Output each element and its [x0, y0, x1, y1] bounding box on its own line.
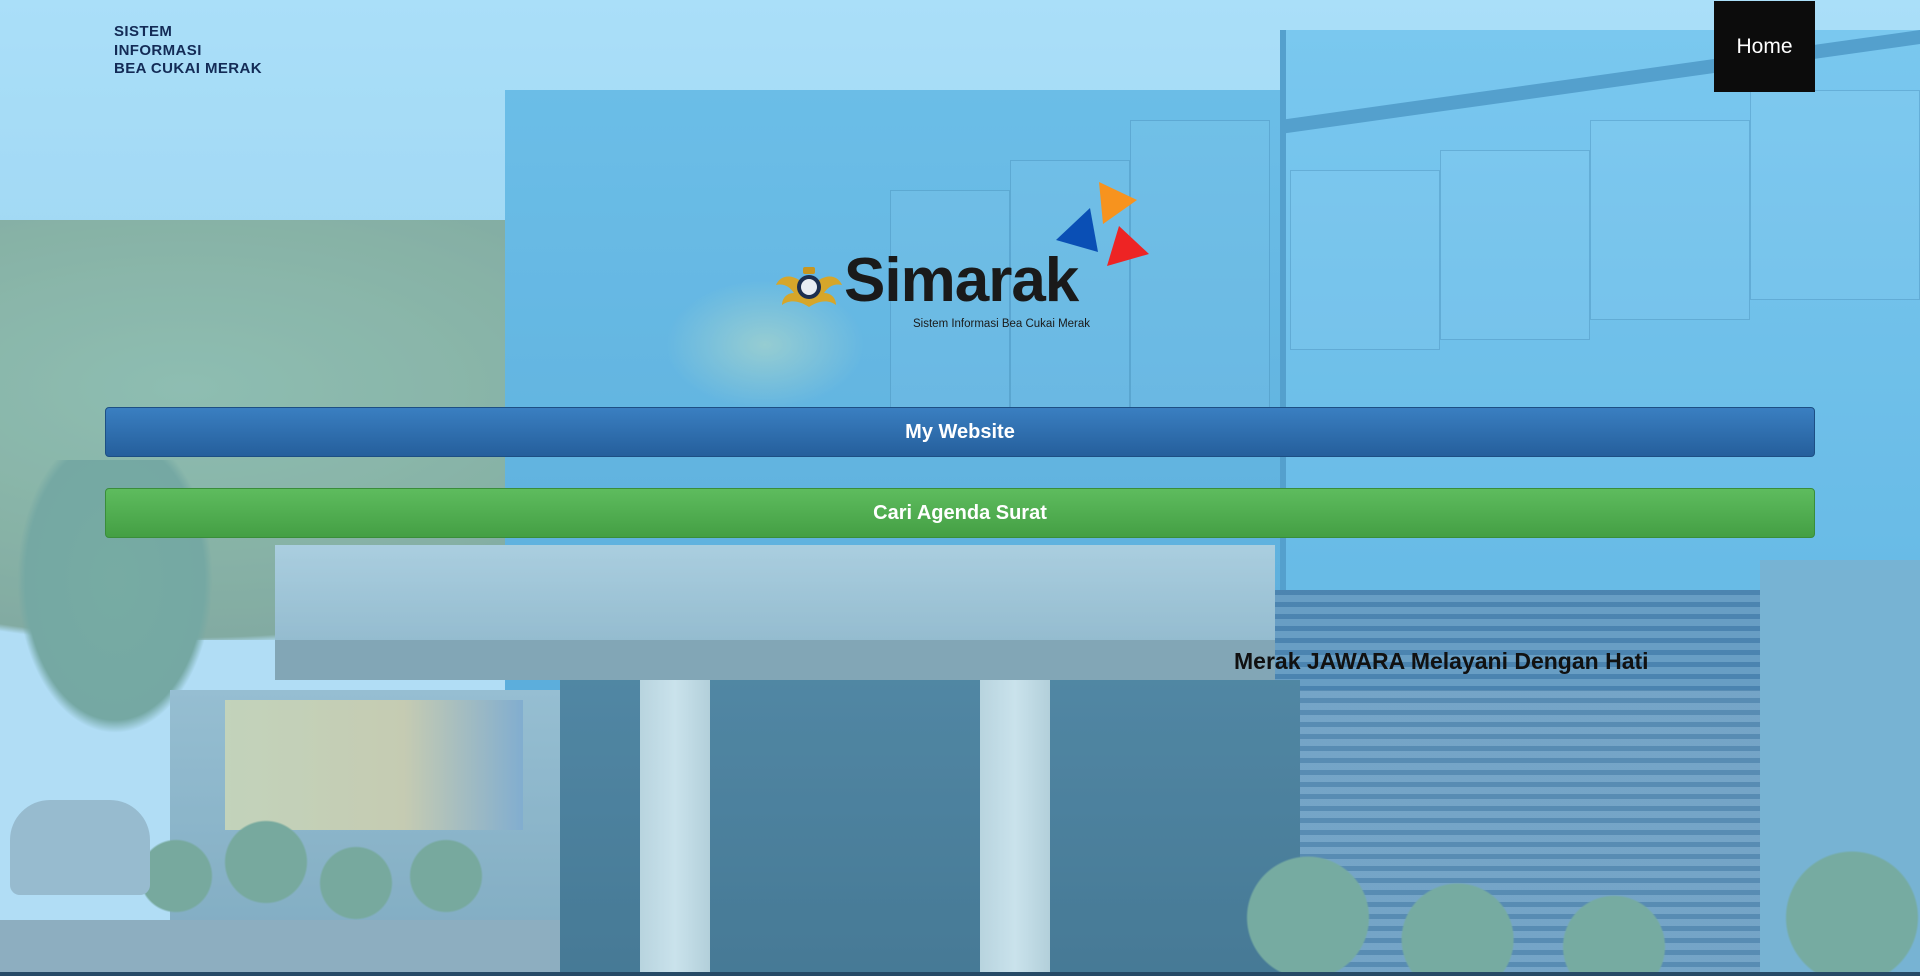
home-nav-button[interactable]: Home: [1714, 1, 1815, 92]
brand-line-2: INFORMASI: [114, 41, 202, 59]
cari-agenda-surat-button[interactable]: Cari Agenda Surat: [105, 488, 1815, 538]
site-brand: SISTEM INFORMASI BEA CUKAI MERAK: [114, 23, 262, 79]
brand-line-1: SISTEM: [114, 23, 173, 40]
simarak-logo: Simarak Sistem Informasi Bea Cukai Merak: [770, 178, 1150, 338]
bea-cukai-emblem-icon: [776, 267, 842, 307]
logo-tagline: Sistem Informasi Bea Cukai Merak: [913, 318, 1091, 330]
logo-wordmark: Simarak: [844, 246, 1079, 315]
slogan-text: Merak JAWARA Melayani Dengan Hati: [1234, 648, 1649, 674]
my-website-button[interactable]: My Website: [105, 407, 1815, 457]
red-triangle-icon: [1107, 226, 1149, 266]
brand-line-3: BEA CUKAI MERAK: [114, 60, 262, 77]
orange-triangle-icon: [1099, 182, 1137, 224]
